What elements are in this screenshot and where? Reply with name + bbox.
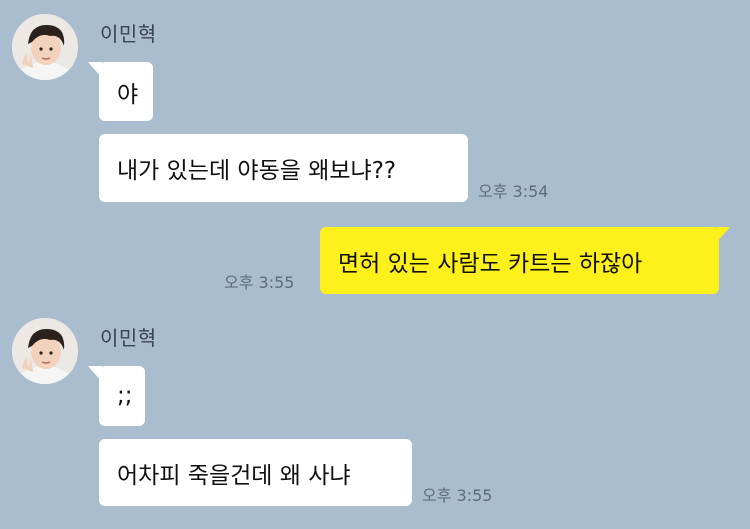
message-time: 오후 3:55 bbox=[422, 486, 493, 505]
avatar[interactable] bbox=[12, 318, 78, 384]
message-bubble[interactable]: 야 bbox=[88, 62, 153, 121]
message-text: 야 bbox=[117, 81, 139, 108]
message-text: 내가 있는데 야동을 왜보냐?? bbox=[117, 158, 397, 184]
profile-photo-icon bbox=[12, 318, 78, 384]
bubble-tail bbox=[88, 366, 102, 382]
message-text: 면허 있는 사람도 카트는 하잖아 bbox=[338, 250, 643, 277]
my-message-bubble[interactable]: 면허 있는 사람도 카트는 하잖아 bbox=[320, 227, 730, 294]
message-bubble[interactable]: ;; bbox=[88, 366, 145, 426]
message-bubble[interactable]: 어차피 죽을건데 왜 사냐 bbox=[99, 439, 412, 506]
bubble-tail bbox=[88, 62, 102, 78]
message-bubble[interactable]: 내가 있는데 야동을 왜보냐?? bbox=[99, 134, 468, 202]
profile-photo-icon bbox=[12, 14, 78, 80]
sender-name: 이민혁 bbox=[100, 22, 157, 46]
message-time: 오후 3:55 bbox=[224, 273, 295, 292]
message-text: 어차피 죽을건데 왜 사냐 bbox=[117, 462, 351, 489]
bubble-tail bbox=[716, 227, 730, 243]
avatar[interactable] bbox=[12, 14, 78, 80]
message-time: 오후 3:54 bbox=[478, 182, 549, 201]
sender-name: 이민혁 bbox=[100, 326, 157, 350]
message-text: ;; bbox=[117, 383, 133, 409]
